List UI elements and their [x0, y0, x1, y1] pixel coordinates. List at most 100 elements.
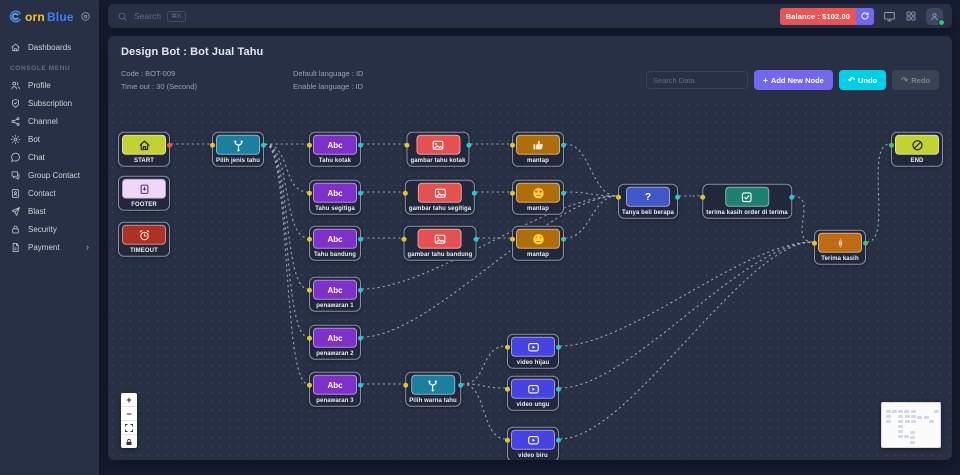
node-mantap-1[interactable]: mantap: [512, 132, 564, 167]
output-handle[interactable]: [561, 191, 566, 196]
sidebar-item-profile[interactable]: Profile: [0, 76, 99, 94]
menu-collapse-toggle[interactable]: [80, 11, 91, 22]
add-new-node-button[interactable]: +Add New Node: [754, 70, 833, 90]
input-handle[interactable]: [403, 191, 408, 196]
sidebar-item-bot[interactable]: Bot: [0, 130, 99, 148]
sidebar-item-group-contact[interactable]: Group Contact: [0, 166, 99, 184]
node-tahu-bandung[interactable]: AbcTahu bandung: [309, 226, 361, 261]
input-handle[interactable]: [505, 438, 510, 443]
node-tanya-beli[interactable]: ?Tanya beli berapa: [618, 184, 678, 219]
input-handle[interactable]: [510, 191, 515, 196]
output-handle[interactable]: [473, 237, 478, 242]
output-handle[interactable]: [358, 336, 363, 341]
node-video-hijau[interactable]: video hijau: [507, 334, 559, 369]
apps-grid-icon[interactable]: [905, 10, 917, 22]
output-handle[interactable]: [358, 191, 363, 196]
zoom-out-button[interactable]: −: [121, 407, 137, 421]
input-handle[interactable]: [307, 237, 312, 242]
node-gambar-segitiga[interactable]: gambar tahu segitiga: [405, 180, 475, 215]
node-end[interactable]: END: [891, 132, 943, 167]
sidebar-item-channel[interactable]: Channel: [0, 112, 99, 130]
output-handle[interactable]: [863, 241, 868, 246]
node-mantap-3[interactable]: mantap: [512, 226, 564, 261]
refresh-balance-button[interactable]: [856, 8, 874, 25]
input-handle[interactable]: [505, 387, 510, 392]
minimap-node: [924, 416, 929, 419]
zoom-in-button[interactable]: +: [121, 393, 137, 407]
input-handle[interactable]: [210, 143, 215, 148]
balance-widget[interactable]: Balance : $102.00: [780, 8, 874, 25]
output-handle[interactable]: [675, 195, 680, 200]
user-avatar[interactable]: [926, 8, 943, 25]
input-handle[interactable]: [307, 191, 312, 196]
node-timeout[interactable]: TIMEOUT: [118, 222, 170, 257]
node-mantap-2[interactable]: mantap: [512, 180, 564, 215]
input-handle[interactable]: [510, 237, 515, 242]
sidebar-item-dashboards[interactable]: Dashboards: [0, 38, 99, 56]
input-handle[interactable]: [307, 143, 312, 148]
input-handle[interactable]: [616, 195, 621, 200]
output-handle[interactable]: [556, 438, 561, 443]
output-handle[interactable]: [556, 345, 561, 350]
sidebar-item-blast[interactable]: Blast: [0, 202, 99, 220]
node-penawaran-1[interactable]: Abcpenawaran 1: [309, 277, 361, 312]
node-penawaran-3[interactable]: Abcpenawaran 3: [309, 372, 361, 407]
sidebar-item-label: Chat: [28, 153, 45, 162]
minimap[interactable]: [881, 402, 941, 448]
fit-view-button[interactable]: [121, 421, 137, 435]
node-gambar-bandung[interactable]: gambar tahu bandung: [404, 226, 477, 261]
output-handle[interactable]: [561, 143, 566, 148]
node-pilih-warna[interactable]: Pilih warna tahu: [405, 372, 461, 407]
node-terima-order[interactable]: terima kasih order di terima: [702, 184, 792, 219]
redo-button[interactable]: ↷Redo: [892, 70, 939, 90]
output-handle[interactable]: [556, 387, 561, 392]
output-handle[interactable]: [358, 237, 363, 242]
search-data-input[interactable]: [646, 71, 748, 89]
output-handle[interactable]: [458, 383, 463, 388]
abc-text: Abc: [327, 334, 342, 343]
node-video-ungu[interactable]: video ungu: [507, 376, 559, 411]
input-handle[interactable]: [307, 383, 312, 388]
input-handle[interactable]: [404, 143, 409, 148]
input-handle[interactable]: [307, 336, 312, 341]
node-pilih-jenis[interactable]: Pilih jenis tahu: [212, 132, 264, 167]
global-search[interactable]: Search ⌘K: [117, 11, 186, 22]
input-handle[interactable]: [505, 345, 510, 350]
input-handle[interactable]: [812, 241, 817, 246]
input-handle[interactable]: [307, 288, 312, 293]
flow-canvas[interactable]: START Pilih jenis tahu AbcTahu kotak gambar…: [108, 100, 952, 460]
sidebar-item-security[interactable]: Security: [0, 220, 99, 238]
node-gambar-kotak[interactable]: gambar tahu kotak: [406, 132, 469, 167]
output-handle[interactable]: [789, 195, 794, 200]
sidebar-item-chat[interactable]: Chat: [0, 148, 99, 166]
output-handle[interactable]: [561, 237, 566, 242]
output-handle[interactable]: [358, 288, 363, 293]
sidebar-item-subscription[interactable]: Subscription: [0, 94, 99, 112]
node-footer[interactable]: FOOTER: [118, 176, 170, 211]
image-icon: [433, 232, 448, 247]
output-handle[interactable]: [167, 143, 172, 148]
input-handle[interactable]: [700, 195, 705, 200]
lock-button[interactable]: [121, 435, 137, 448]
input-handle[interactable]: [510, 143, 515, 148]
sidebar-menu: DashboardsCONSOLE MENUProfileSubscriptio…: [0, 38, 99, 256]
brand-logo[interactable]: ornBlue: [0, 0, 99, 26]
output-handle[interactable]: [467, 143, 472, 148]
output-handle[interactable]: [472, 191, 477, 196]
node-penawaran-2[interactable]: Abcpenawaran 2: [309, 325, 361, 360]
input-handle[interactable]: [402, 237, 407, 242]
node-tahu-kotak[interactable]: AbcTahu kotak: [309, 132, 361, 167]
node-tahu-segitiga[interactable]: AbcTahu segitiga: [309, 180, 361, 215]
output-handle[interactable]: [358, 143, 363, 148]
output-handle[interactable]: [358, 383, 363, 388]
node-terima-kasih[interactable]: Terima kasih: [814, 230, 866, 265]
sidebar-item-contact[interactable]: Contact: [0, 184, 99, 202]
node-video-biru[interactable]: video biru: [507, 427, 559, 460]
node-start[interactable]: START: [118, 132, 170, 167]
input-handle[interactable]: [403, 383, 408, 388]
undo-button[interactable]: ↶Undo: [839, 70, 886, 90]
input-handle[interactable]: [889, 143, 894, 148]
output-handle[interactable]: [261, 143, 266, 148]
sidebar-item-payment[interactable]: Payment›: [0, 238, 99, 256]
monitor-icon[interactable]: [883, 10, 896, 23]
